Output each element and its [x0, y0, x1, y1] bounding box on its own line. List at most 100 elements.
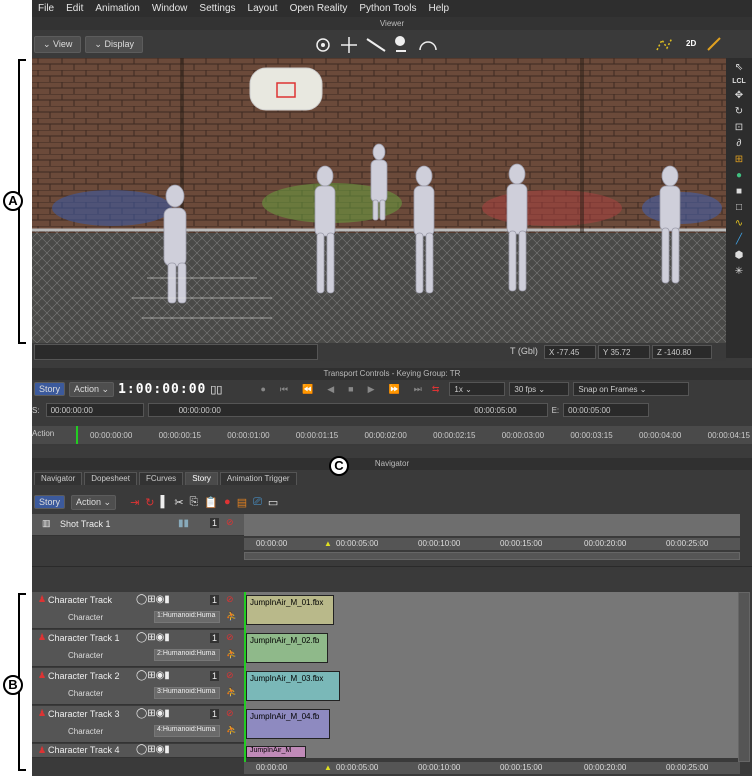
dolly-icon[interactable]	[366, 36, 388, 54]
character-track-header[interactable]: ♟ Character Track 4 ◯⊞◉▮	[32, 744, 244, 758]
lasso-icon[interactable]: ∂	[737, 138, 742, 149]
horizontal-scrollbar[interactable]	[244, 552, 740, 560]
track-lock-num[interactable]: 1	[210, 595, 220, 605]
view-2d-label[interactable]: 2D	[686, 39, 696, 48]
tab-navigator[interactable]: Navigator	[34, 472, 83, 485]
select-arrow-icon[interactable]: ⇖	[735, 62, 743, 73]
action-timeline[interactable]: Action 00:00:00:00 00:00:00:15 00:00:01:…	[32, 426, 752, 444]
track-lock-num[interactable]: 1	[210, 709, 220, 719]
coord-x-field[interactable]: X -77.45	[544, 345, 596, 359]
loop-icon[interactable]: ⇆	[432, 384, 440, 395]
character-ruler[interactable]: 00:00:00 00:00:05:00 00:00:10:00 00:00:1…	[244, 762, 740, 774]
cube-wire-icon[interactable]: □	[736, 202, 742, 213]
track-controls-icon[interactable]: ◯⊞◉▮	[136, 632, 170, 643]
story-clip[interactable]: JumpInAir_M	[246, 746, 306, 758]
menu-layout[interactable]: Layout	[248, 3, 278, 14]
orbit-icon[interactable]	[314, 36, 332, 54]
refresh-icon[interactable]: ↻	[145, 496, 154, 509]
current-timecode[interactable]: 1:00:00:00	[118, 382, 206, 397]
play-reverse-icon[interactable]: ◀	[327, 384, 334, 395]
prev-key-icon[interactable]: ⏪	[302, 384, 313, 395]
globe-icon[interactable]: ●	[736, 170, 742, 181]
menu-window[interactable]: Window	[152, 3, 188, 14]
track-mute-icon[interactable]: ⊘	[226, 670, 234, 681]
menu-animation[interactable]: Animation	[95, 3, 139, 14]
character-select[interactable]: 4:Humanoid:Huma	[154, 725, 220, 737]
action-mode-button[interactable]: Action ⌄	[69, 381, 115, 397]
track-lock-num[interactable]: 1	[210, 633, 220, 643]
asterisk-icon[interactable]: ✳	[735, 266, 743, 277]
play-icon[interactable]: ▶	[368, 384, 375, 395]
rotate-icon[interactable]: ↻	[735, 106, 743, 117]
next-key-icon[interactable]: ⏩	[389, 384, 400, 395]
character-select[interactable]: 2:Humanoid:Huma	[154, 649, 220, 661]
local-mode-label[interactable]: LCL	[732, 78, 746, 85]
shot-track-mute-icon[interactable]: ⊘	[226, 517, 234, 528]
record-clip-icon[interactable]: ●	[224, 496, 231, 508]
story-button[interactable]: Story	[34, 495, 66, 509]
3d-viewport[interactable]	[32, 58, 726, 343]
monitor-icon[interactable]: ▭	[268, 496, 278, 509]
coord-y-field[interactable]: Y 35.72	[598, 345, 650, 359]
coord-z-field[interactable]: Z -140.80	[652, 345, 712, 359]
goto-end-icon[interactable]: ⏭	[414, 384, 422, 395]
snap-select[interactable]: Snap on Frames ⌄	[573, 382, 690, 396]
paste-icon[interactable]: 📋	[204, 496, 218, 509]
menu-help[interactable]: Help	[428, 3, 449, 14]
range-slider[interactable]: 00:00:00:00 00:00:05:00	[147, 403, 548, 417]
track-controls-icon[interactable]: ◯⊞◉▮	[136, 594, 170, 605]
track-mute-icon[interactable]: ⊘	[226, 708, 234, 719]
menu-python-tools[interactable]: Python Tools	[359, 3, 416, 14]
pivot-icon[interactable]: ⊞	[735, 154, 743, 165]
display-button[interactable]: ⌄ Display	[85, 35, 143, 53]
camera-switch-icon[interactable]: ⎚	[253, 496, 262, 509]
arc-icon[interactable]	[418, 36, 438, 52]
character-track-header[interactable]: ♟ Character Track 3 ◯⊞◉▮ 1 ⊘ Character 4…	[32, 706, 244, 743]
tab-dopesheet[interactable]: Dopesheet	[84, 472, 137, 485]
menu-settings[interactable]: Settings	[199, 3, 235, 14]
record-icon[interactable]: ●	[260, 384, 265, 394]
copy-icon[interactable]: ⎘	[190, 496, 199, 509]
action-button[interactable]: Action ⌄	[71, 494, 117, 510]
shot-ruler[interactable]: 00:00:00 00:00:05:00 00:00:10:00 00:00:1…	[244, 538, 740, 550]
tab-animation-trigger[interactable]: Animation Trigger	[219, 472, 297, 485]
shot-track-lock-num[interactable]: 1	[210, 518, 220, 528]
story-clip[interactable]: JumpInAir_M_03.fbx	[246, 671, 340, 701]
tab-story[interactable]: Story	[185, 472, 218, 485]
speed-select[interactable]: 1x ⌄	[449, 382, 506, 396]
cube-icon[interactable]: ■	[736, 186, 742, 197]
razor-icon[interactable]: ✂	[174, 496, 183, 509]
scale-icon[interactable]: ⊡	[735, 122, 743, 133]
shot-track-header[interactable]: ▥ Shot Track 1 ▮▮ 1 ⊘	[32, 514, 244, 536]
shot-track-toggles[interactable]: ▮▮	[178, 518, 189, 529]
ripple-icon[interactable]: ▌	[161, 496, 169, 508]
track-controls-icon[interactable]: ◯⊞◉▮	[136, 744, 170, 755]
track-controls-icon[interactable]: ◯⊞◉▮	[136, 670, 170, 681]
pan-icon[interactable]	[340, 36, 358, 54]
story-clip[interactable]: JumpInAir_M_04.fb	[246, 709, 330, 739]
fps-select[interactable]: 30 fps ⌄	[509, 382, 570, 396]
character-track-header[interactable]: ♟ Character Track 2 ◯⊞◉▮ 1 ⊘ Character 3…	[32, 668, 244, 705]
character-select[interactable]: 1:Humanoid:Huma	[154, 611, 220, 623]
character-track-header[interactable]: ♟ Character Track ◯⊞◉▮ 1 ⊘ Character 1:H…	[32, 592, 244, 629]
start-field[interactable]: 00:00:00:00	[45, 403, 144, 417]
menu-file[interactable]: File	[38, 3, 54, 14]
shot-track-area[interactable]	[244, 514, 740, 536]
menu-open-reality[interactable]: Open Reality	[290, 3, 348, 14]
pencil-icon[interactable]	[706, 36, 724, 52]
zoom-icon[interactable]	[392, 34, 410, 54]
track-controls-icon[interactable]: ◯⊞◉▮	[136, 708, 170, 719]
brush-icon[interactable]: ╱	[736, 234, 742, 245]
vertical-scrollbar[interactable]	[738, 592, 750, 762]
character-select[interactable]: 3:Humanoid:Huma	[154, 687, 220, 699]
stop-icon[interactable]: ■	[348, 384, 353, 394]
hexagon-icon[interactable]: ⬢	[735, 250, 744, 261]
curve-icon[interactable]: ∿	[735, 218, 743, 229]
story-clip[interactable]: JumpInAir_M_01.fbx	[246, 595, 334, 625]
render-icon[interactable]: ▤	[237, 496, 247, 509]
track-mute-icon[interactable]: ⊘	[226, 632, 234, 643]
menu-edit[interactable]: Edit	[66, 3, 83, 14]
story-clip[interactable]: JumpInAir_M_02.fb	[246, 633, 328, 663]
character-track-header[interactable]: ♟ Character Track 1 ◯⊞◉▮ 1 ⊘ Character 2…	[32, 630, 244, 667]
goto-start-icon[interactable]: ⏮	[280, 384, 288, 395]
